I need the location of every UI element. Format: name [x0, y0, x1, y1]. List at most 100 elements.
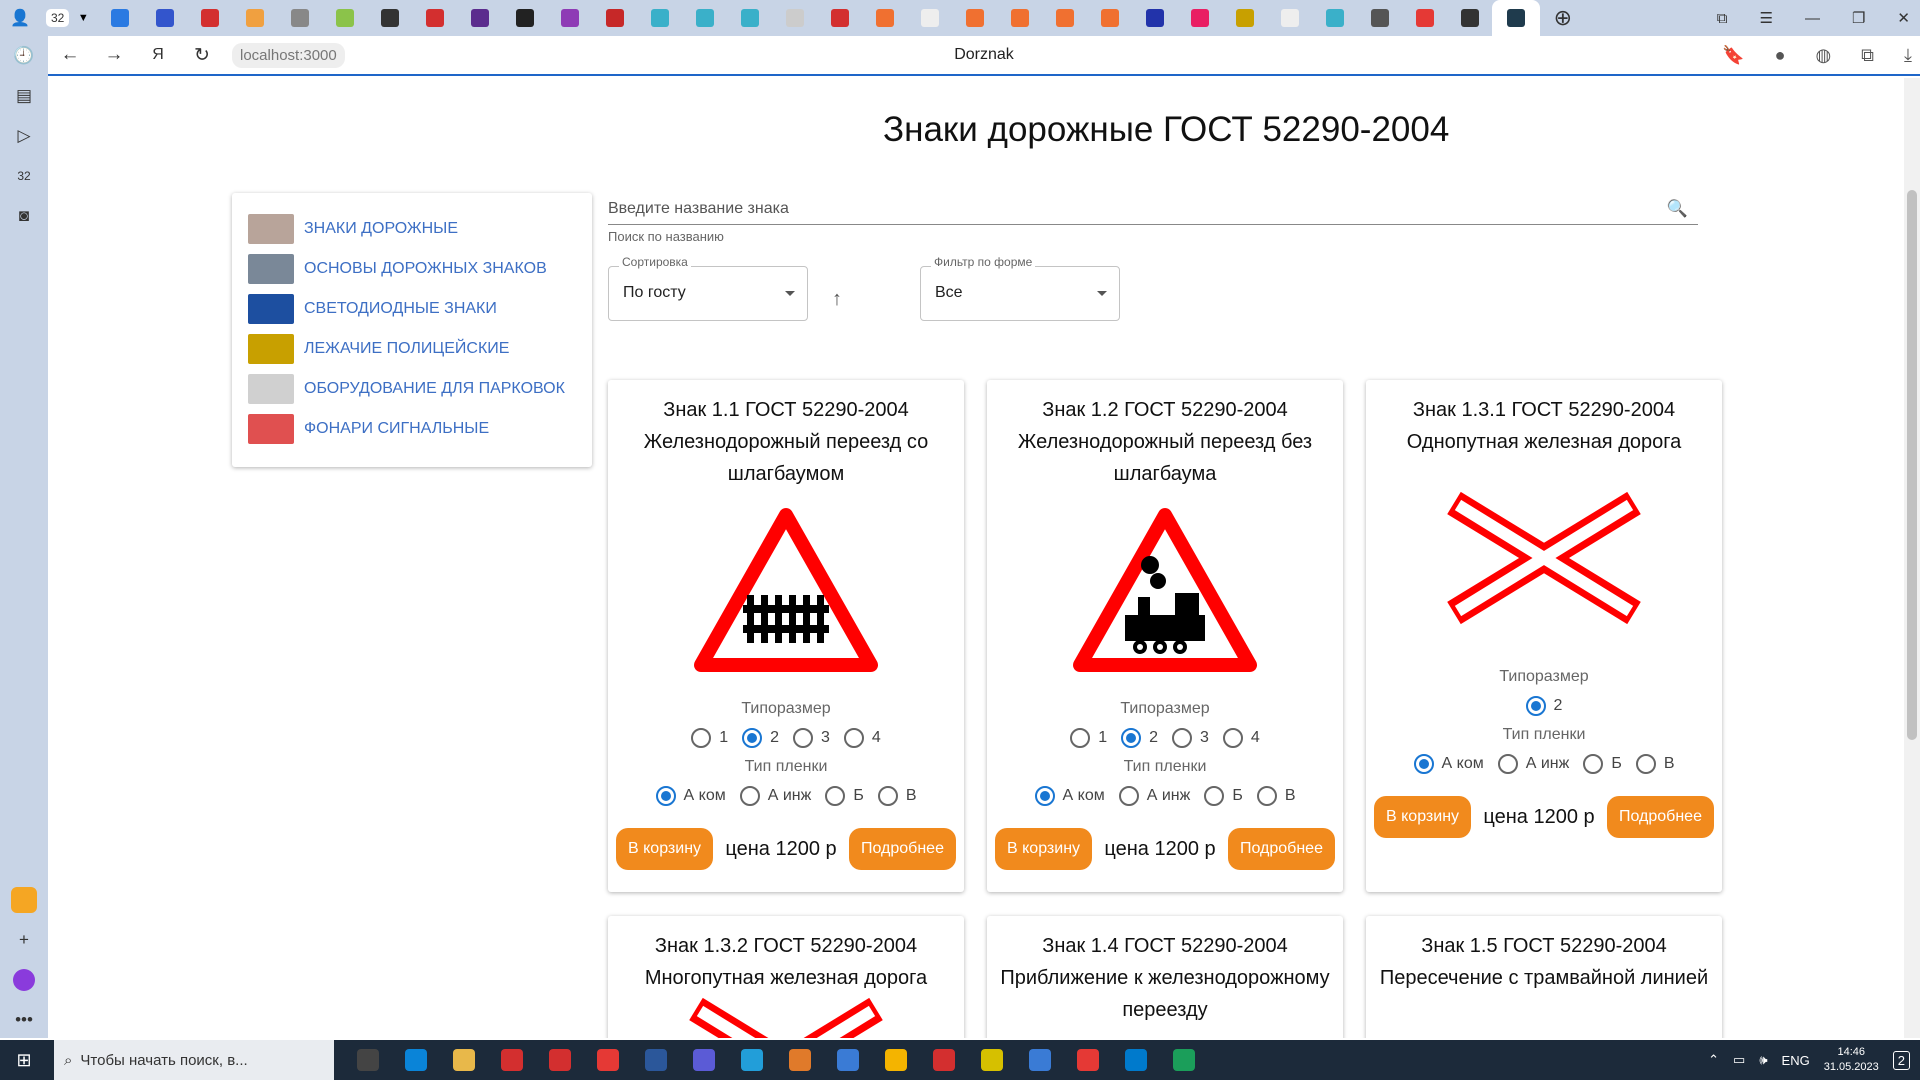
browser-tab[interactable] [502, 0, 547, 36]
collections-panel-icon[interactable]: ⧉ [1861, 45, 1874, 66]
browser-tab[interactable] [367, 0, 412, 36]
collections-icon[interactable]: ⧉ [1717, 10, 1728, 27]
tabs-count-icon[interactable]: 32 [0, 156, 48, 196]
profile-icon[interactable]: 👤 [0, 0, 40, 36]
clock[interactable]: 14:46 31.05.2023 [1824, 1045, 1879, 1075]
volume-icon[interactable]: 🕪 [1759, 1052, 1767, 1068]
browser-tab[interactable] [187, 0, 232, 36]
taskbar-app-icon[interactable] [968, 1040, 1016, 1080]
film-radio[interactable]: Б [825, 786, 864, 806]
taskbar-app-icon[interactable] [344, 1040, 392, 1080]
tab-count-badge[interactable]: 32 [46, 9, 70, 27]
taskbar-app-icon[interactable] [1160, 1040, 1208, 1080]
reload-icon[interactable]: ↻ [180, 44, 224, 67]
back-icon[interactable]: ← [48, 44, 92, 66]
search-icon[interactable]: 🔍 [1667, 199, 1688, 219]
browser-tab[interactable] [862, 0, 907, 36]
browser-tab[interactable] [727, 0, 772, 36]
taskbar-app-icon[interactable] [1112, 1040, 1160, 1080]
browser-tab[interactable] [412, 0, 457, 36]
forward-icon[interactable]: → [92, 44, 136, 66]
film-radio[interactable]: В [877, 786, 916, 806]
new-tab-button[interactable]: ⊕ [1540, 0, 1585, 36]
menu-item[interactable]: ЛЕЖАЧИЕ ПОЛИЦЕЙСКИЕ [232, 329, 592, 369]
browser-tab[interactable] [772, 0, 817, 36]
close-icon[interactable]: ✕ [1897, 9, 1910, 27]
browser-tab[interactable] [817, 0, 862, 36]
url-field[interactable]: localhost:3000 [232, 42, 345, 68]
tray-chevron-icon[interactable]: ⌃ [1708, 1052, 1719, 1068]
more-icon[interactable]: ••• [0, 1000, 48, 1040]
browser-tab[interactable] [1357, 0, 1402, 36]
menu-item[interactable]: ФОНАРИ СИГНАЛЬНЫЕ [232, 409, 592, 449]
taskbar-app-icon[interactable] [776, 1040, 824, 1080]
language-indicator[interactable]: ENG [1782, 1053, 1810, 1068]
browser-tab[interactable] [952, 0, 997, 36]
film-radio[interactable]: А инж [739, 786, 811, 806]
taskbar-app-icon[interactable] [872, 1040, 920, 1080]
browser-tab[interactable] [97, 0, 142, 36]
add-to-cart-button[interactable]: В корзину [616, 828, 714, 870]
size-radio[interactable]: 4 [843, 728, 881, 748]
menu-item[interactable]: ОСНОВЫ ДОРОЖНЫХ ЗНАКОВ [232, 249, 592, 289]
browser-tab[interactable] [1087, 0, 1132, 36]
taskbar-app-icon[interactable] [536, 1040, 584, 1080]
restore-icon[interactable]: ❐ [1852, 9, 1865, 27]
film-radio[interactable]: В [1635, 754, 1674, 774]
screenshot-icon[interactable]: ◙ [0, 196, 48, 236]
details-button[interactable]: Подробнее [1607, 796, 1714, 838]
reading-list-icon[interactable]: ▤ [0, 76, 48, 116]
size-radio[interactable]: 2 [1121, 728, 1158, 748]
taskbar-app-icon[interactable] [392, 1040, 440, 1080]
browser-tab[interactable] [1132, 0, 1177, 36]
film-radio[interactable]: А ком [1413, 754, 1484, 774]
film-radio[interactable]: А инж [1118, 786, 1190, 806]
film-radio[interactable]: А ком [1034, 786, 1105, 806]
scrollbar-thumb[interactable] [1907, 190, 1917, 740]
browser-tab[interactable] [592, 0, 637, 36]
taskbar-app-icon[interactable] [680, 1040, 728, 1080]
size-radio[interactable]: 3 [1172, 728, 1209, 748]
taskbar-app-icon[interactable] [728, 1040, 776, 1080]
taskbar-app-icon[interactable] [1064, 1040, 1112, 1080]
size-radio[interactable]: 1 [691, 728, 728, 748]
alice-assistant-icon[interactable] [0, 960, 48, 1000]
size-radio[interactable]: 3 [793, 728, 830, 748]
film-radio[interactable]: Б [1204, 786, 1243, 806]
menu-item[interactable]: ОБОРУДОВАНИЕ ДЛЯ ПАРКОВОК [232, 369, 592, 409]
film-radio[interactable]: А ком [655, 786, 726, 806]
browser-tab[interactable] [682, 0, 727, 36]
taskbar-app-icon[interactable] [1016, 1040, 1064, 1080]
browser-tab[interactable] [1447, 0, 1492, 36]
taskbar-app-icon[interactable] [920, 1040, 968, 1080]
browser-tab[interactable] [1312, 0, 1357, 36]
size-radio[interactable]: 2 [742, 728, 779, 748]
downloads-icon[interactable]: ⤓ [1904, 45, 1912, 66]
globe-icon[interactable]: ◍ [1815, 45, 1831, 66]
browser-tab[interactable] [457, 0, 502, 36]
details-button[interactable]: Подробнее [1228, 828, 1335, 870]
filter-select[interactable]: Фильтр по форме Все [920, 255, 1120, 321]
sort-select[interactable]: Сортировка По госту [608, 255, 808, 321]
tab-active-dorznak[interactable] [1492, 0, 1541, 36]
menu-item[interactable]: ЗНАКИ ДОРОЖНЫЕ [232, 209, 592, 249]
media-play-icon[interactable]: ▷ [0, 116, 48, 156]
browser-tab[interactable] [1222, 0, 1267, 36]
add-to-cart-button[interactable]: В корзину [995, 828, 1093, 870]
add-to-cart-button[interactable]: В корзину [1374, 796, 1472, 838]
details-button[interactable]: Подробнее [849, 828, 956, 870]
network-icon[interactable]: ▭ [1733, 1052, 1745, 1068]
size-radio[interactable]: 1 [1070, 728, 1107, 748]
sign-image[interactable] [1366, 458, 1722, 658]
history-icon[interactable]: 🕘 [0, 36, 48, 76]
size-radio[interactable]: 2 [1525, 696, 1562, 716]
browser-menu-icon[interactable]: ☰ [1760, 9, 1773, 27]
browser-tab[interactable] [907, 0, 952, 36]
taskbar-app-icon[interactable] [632, 1040, 680, 1080]
browser-tab[interactable] [1267, 0, 1312, 36]
minimize-icon[interactable]: — [1805, 10, 1820, 27]
windows-start-icon[interactable]: ⊞ [0, 1040, 48, 1080]
taskbar-search[interactable]: ⌕ Чтобы начать поиск, в... [54, 1040, 334, 1080]
tab-list-chevron-icon[interactable]: ▼ [69, 0, 97, 36]
taskbar-app-icon[interactable] [584, 1040, 632, 1080]
